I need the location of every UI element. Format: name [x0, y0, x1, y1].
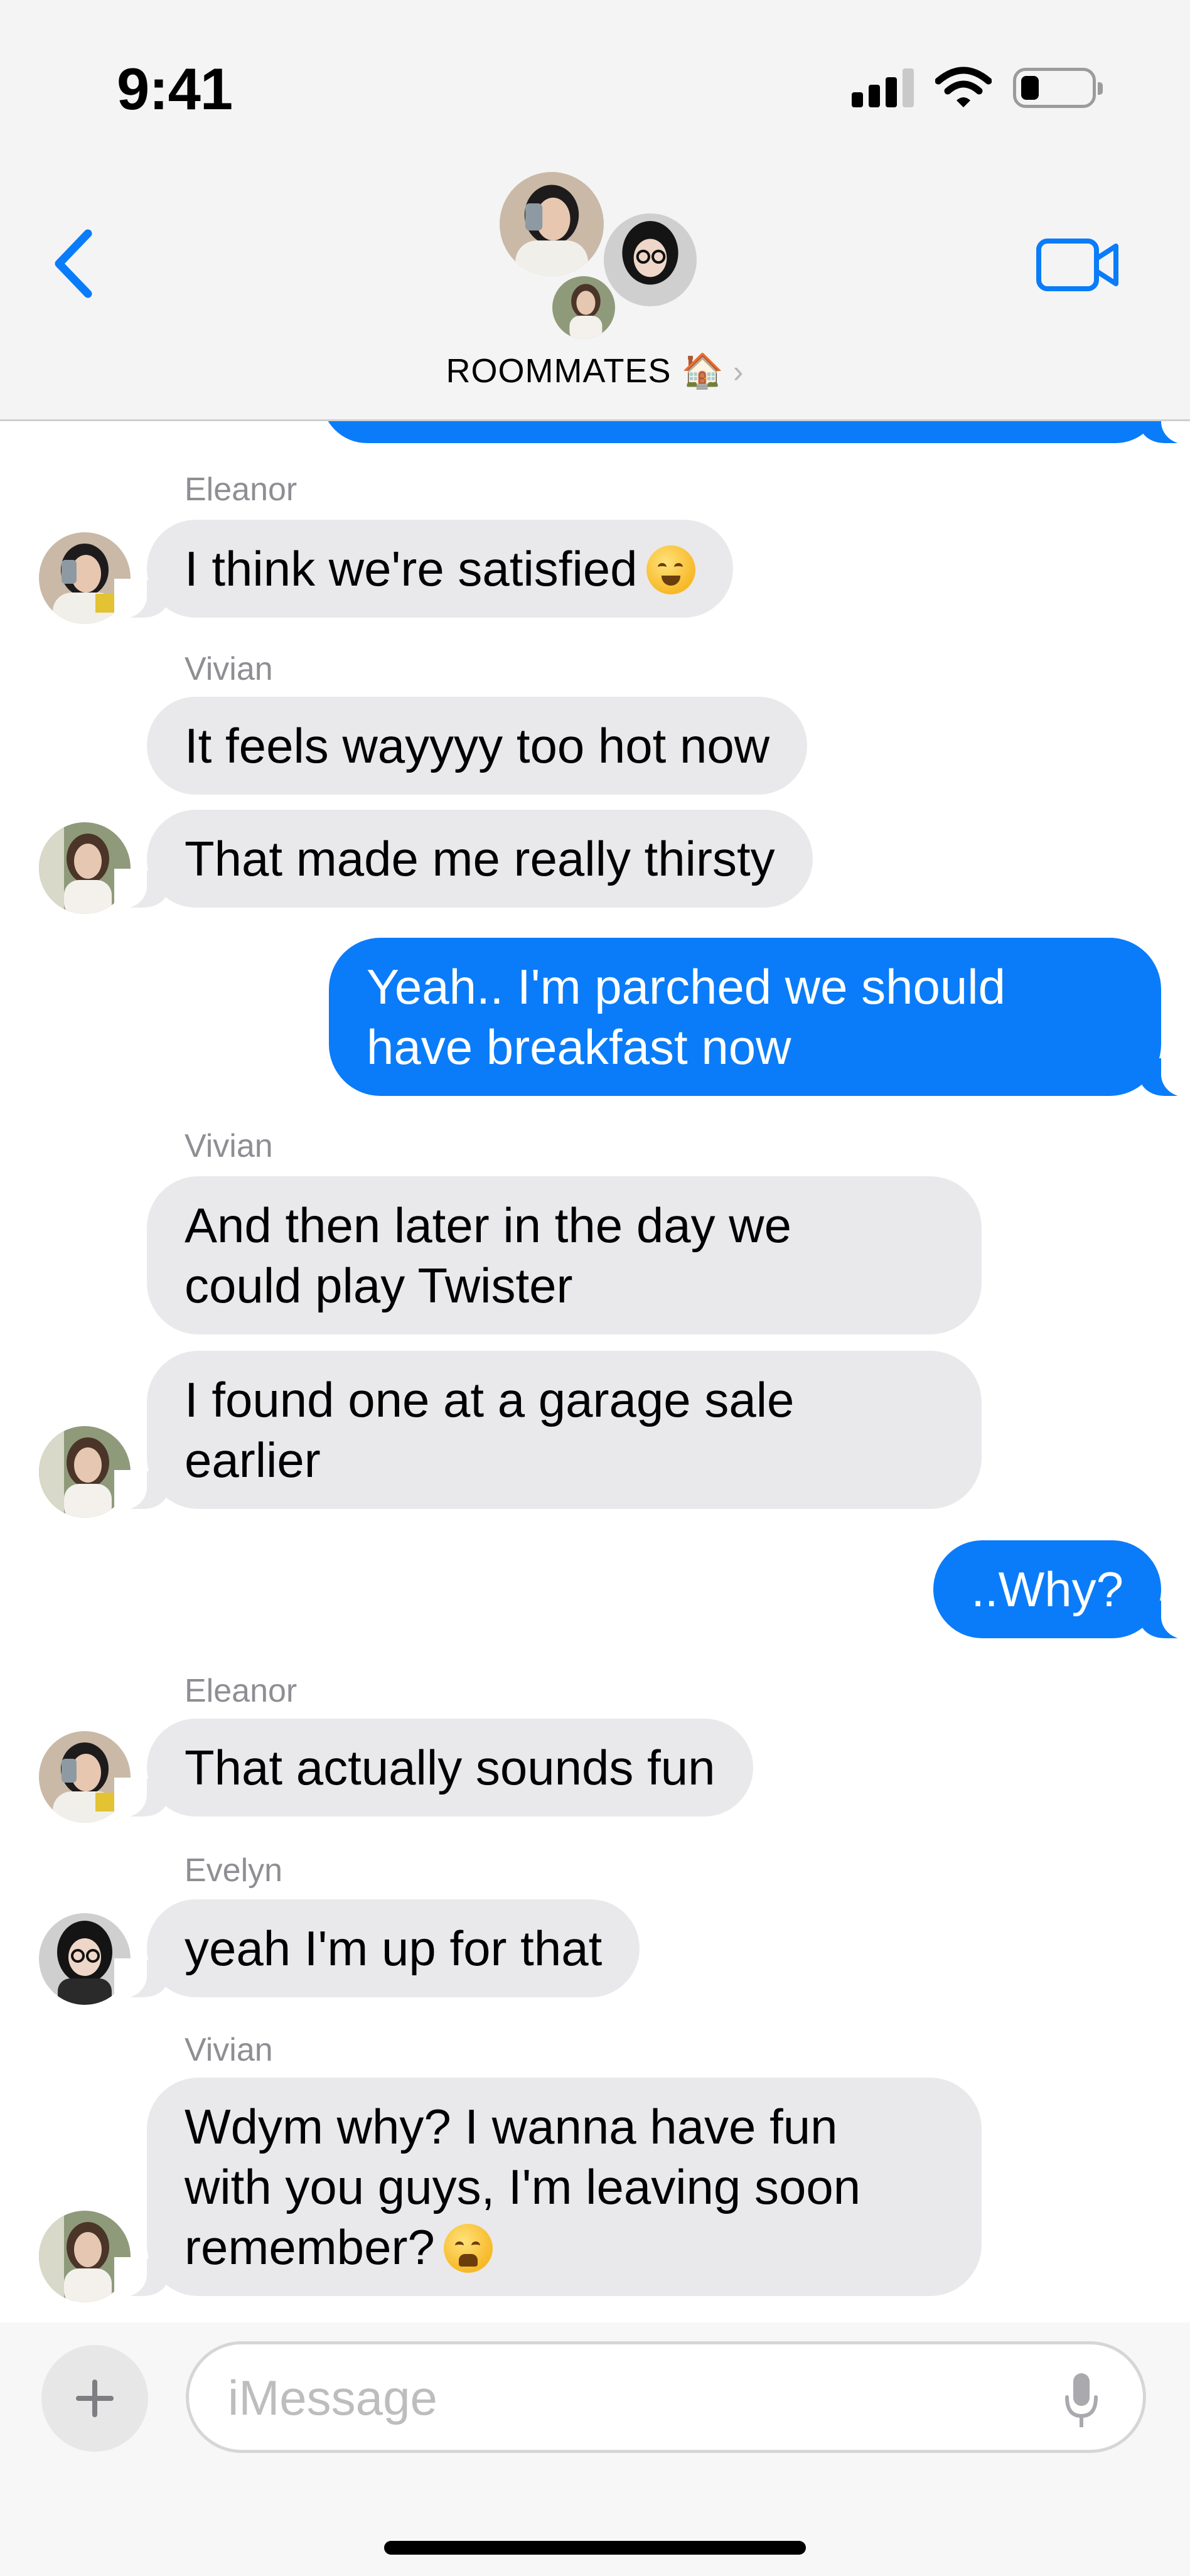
video-call-icon[interactable] [1036, 235, 1121, 295]
message-text-line: Yeah.. I'm parched we should [367, 959, 1005, 1014]
group-name: ROOMMATES [446, 352, 672, 390]
group-avatar-cluster[interactable] [496, 168, 703, 344]
message-text-line: I found one at a garage sale [185, 1372, 795, 1427]
house-emoji-icon: 🏠 [681, 352, 724, 390]
message-text-line: And then later in the day we [185, 1198, 791, 1253]
message-bubble-incoming[interactable]: yeah I'm up for that [114, 1899, 640, 1999]
group-avatar-eleanor [496, 168, 608, 280]
battery-icon [1013, 68, 1103, 108]
wifi-icon [935, 67, 992, 107]
microphone-icon[interactable] [1063, 2369, 1100, 2432]
status-icons [852, 63, 1103, 113]
status-time: 9:41 [117, 56, 233, 122]
message-text: I think we're satisfied [185, 541, 638, 596]
weary-face-emoji-icon [443, 2224, 493, 2273]
message-text-line: remember? [185, 2219, 435, 2275]
message-text-line: with you guys, I'm leaving soon [185, 2159, 861, 2214]
sender-name: Vivian [185, 651, 273, 687]
message-bubble-outgoing[interactable]: Yeah.. I'm parched we should have breakf… [329, 938, 1190, 1097]
message-input[interactable]: iMessage [186, 2341, 1146, 2453]
message-input-placeholder: iMessage [228, 2370, 437, 2425]
message-text: It feels wayyyy too hot now [185, 718, 770, 773]
sender-name: Vivian [185, 2032, 273, 2068]
message-bubble-incoming[interactable]: It feels wayyyy too hot now [147, 697, 808, 795]
home-indicator[interactable] [384, 2541, 806, 2555]
message-text: ..Why? [971, 1562, 1123, 1617]
message-text: yeah I'm up for that [185, 1921, 603, 1976]
group-name-button[interactable]: ROOMMATES 🏠 › [0, 352, 1190, 391]
conversation-header: 9:41 ROOMMATES 🏠 › [0, 0, 1190, 421]
message-text-line: earlier [185, 1432, 321, 1488]
sender-name: Vivian [185, 1128, 273, 1164]
back-chevron-icon[interactable] [45, 226, 102, 301]
message-bubble-outgoing[interactable]: ..Why? [933, 1540, 1190, 1640]
message-text-line: could play Twister [185, 1258, 573, 1313]
message-text: That actually sounds fun [185, 1740, 716, 1795]
sender-name: Eleanor [185, 471, 298, 508]
chevron-right-icon: › [732, 354, 744, 389]
sender-name: Eleanor [185, 1673, 298, 1709]
message-text-line: have breakfast now [367, 1019, 791, 1075]
message-bubble-incoming[interactable]: Wdym why? I wanna have fun with you guys… [114, 2078, 982, 2297]
message-bubble-incoming[interactable]: I found one at a garage sale earlier [114, 1351, 982, 1510]
drooling-face-emoji-icon [646, 545, 695, 594]
message-text: That made me really thirsty [185, 831, 775, 886]
message-text-line: Wdym why? I wanna have fun [185, 2099, 838, 2154]
message-bubble-incoming[interactable]: That actually sounds fun [114, 1719, 753, 1818]
message-bubble-incoming[interactable]: And then later in the day we could play … [147, 1176, 982, 1334]
message-bubble-incoming[interactable]: I think we're satisfied [114, 520, 733, 619]
plus-icon[interactable] [41, 2345, 148, 2452]
signal-icon [852, 68, 914, 107]
sender-name: Evelyn [185, 1852, 283, 1889]
group-avatar-vivian [549, 272, 619, 343]
message-bubble-incoming[interactable]: That made me really thirsty [114, 810, 813, 909]
